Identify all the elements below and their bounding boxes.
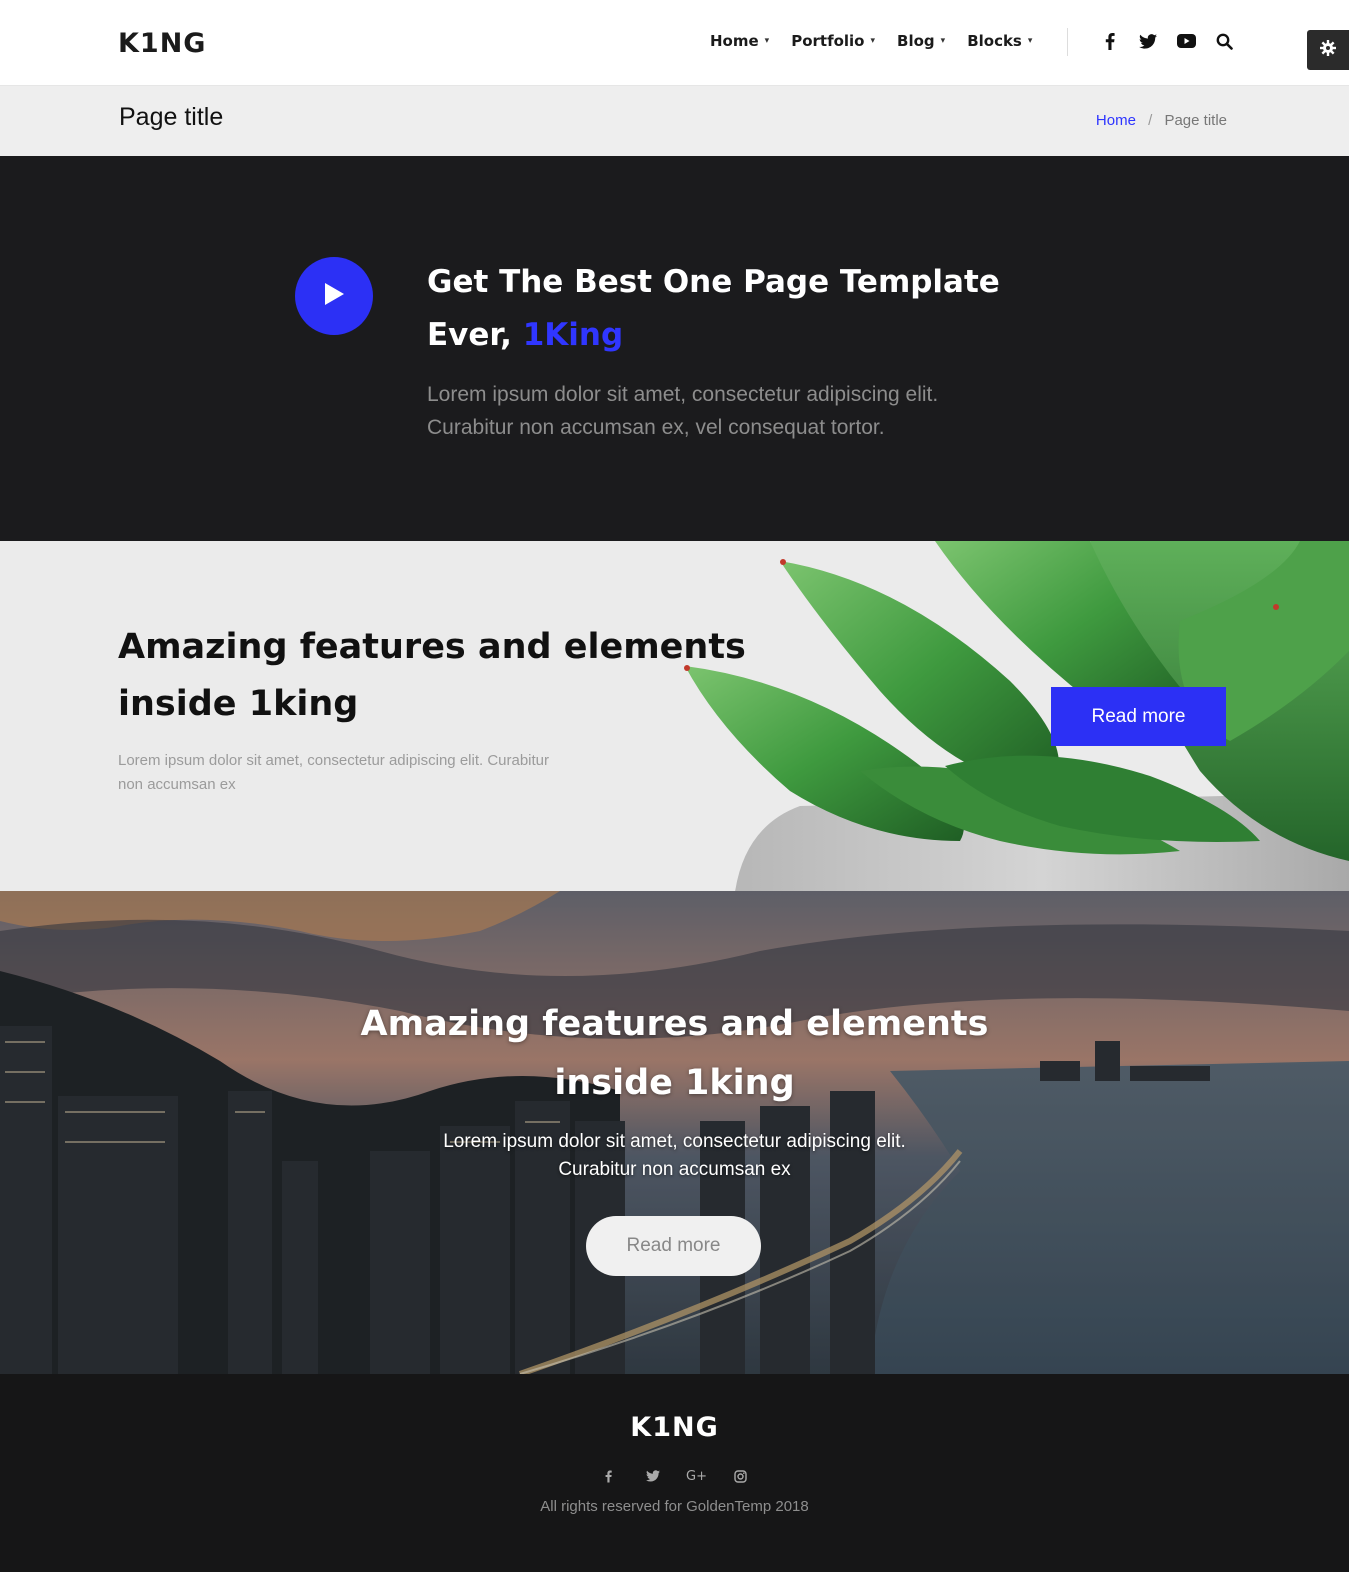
youtube-icon[interactable] [1176, 30, 1196, 52]
main-nav: Home ▾ Portfolio ▾ Blog ▾ Blocks ▾ [710, 32, 1032, 50]
nav-item-label: Blog [897, 32, 935, 50]
intro-text: Lorem ipsum dolor sit amet, consectetur … [427, 383, 939, 439]
city-section-text: Lorem ipsum dolor sit amet, consectetur … [0, 1128, 1349, 1184]
city-features-section: Amazing features and elements inside 1ki… [0, 891, 1349, 1374]
google-plus-icon[interactable]: G+ [686, 1466, 707, 1486]
footer-social-links: G+ [0, 1466, 1349, 1486]
city-text-line-1: Lorem ipsum dolor sit amet, consectetur … [443, 1131, 906, 1152]
intro-heading-accent: 1King [522, 317, 624, 353]
breadcrumb-separator: / [1148, 112, 1153, 129]
chevron-down-icon: ▾ [870, 36, 876, 46]
breadcrumb-home-link[interactable]: Home [1096, 112, 1136, 129]
plant-features-section: Amazing features and elements inside 1ki… [0, 541, 1349, 892]
search-icon[interactable] [1214, 30, 1234, 52]
gear-icon [1320, 40, 1336, 60]
logo[interactable]: K1NG [118, 28, 206, 59]
nav-item-label: Portfolio [791, 32, 865, 50]
plant-section-text: Lorem ipsum dolor sit amet, consectetur … [118, 752, 550, 793]
city-read-more-button[interactable]: Read more [586, 1216, 761, 1276]
breadcrumb-current: Page title [1164, 112, 1227, 129]
intro-heading-main: Get The Best One Page Template Ever, [427, 264, 1000, 353]
chevron-down-icon: ▾ [940, 36, 946, 46]
twitter-icon[interactable] [643, 1466, 663, 1486]
nav-item-portfolio[interactable]: Portfolio ▾ [791, 32, 875, 50]
settings-button[interactable] [1307, 30, 1349, 70]
site-header: K1NG Home ▾ Portfolio ▾ Blog ▾ Blocks ▾ [0, 0, 1349, 86]
nav-item-blog[interactable]: Blog ▾ [897, 32, 945, 50]
city-text-line-2: Curabitur non accumsan ex [558, 1159, 791, 1180]
site-footer: K1NG G+ All rights reserved for GoldenTe… [0, 1374, 1349, 1572]
play-icon [323, 282, 345, 310]
play-button[interactable] [295, 257, 373, 335]
page-title-bar: Page title Home / Page title [0, 86, 1349, 156]
chevron-down-icon: ▾ [764, 36, 770, 46]
nav-item-label: Home [710, 32, 759, 50]
nav-item-blocks[interactable]: Blocks ▾ [967, 32, 1032, 50]
chevron-down-icon: ▾ [1027, 36, 1033, 46]
header-icons [1100, 30, 1234, 52]
twitter-icon[interactable] [1138, 30, 1158, 52]
plant-section-heading: Amazing features and elements inside 1ki… [118, 627, 746, 724]
instagram-icon[interactable] [731, 1466, 751, 1486]
intro-heading: Get The Best One Page Template Ever, 1Ki… [427, 256, 1027, 362]
footer-logo[interactable]: K1NG [0, 1412, 1349, 1443]
copyright-text: All rights reserved for GoldenTemp 2018 [540, 1498, 809, 1515]
facebook-icon[interactable] [1100, 30, 1120, 52]
video-intro-section: Get The Best One Page Template Ever, 1Ki… [0, 156, 1349, 541]
plant-read-more-button[interactable]: Read more [1051, 687, 1226, 746]
nav-item-home[interactable]: Home ▾ [710, 32, 769, 50]
facebook-icon[interactable] [599, 1466, 619, 1486]
city-section-heading: Amazing features and elements inside 1ki… [360, 1004, 989, 1103]
nav-divider [1067, 28, 1068, 56]
breadcrumb: Home / Page title [1096, 112, 1227, 129]
page-title: Page title [119, 103, 224, 131]
nav-item-label: Blocks [967, 32, 1022, 50]
